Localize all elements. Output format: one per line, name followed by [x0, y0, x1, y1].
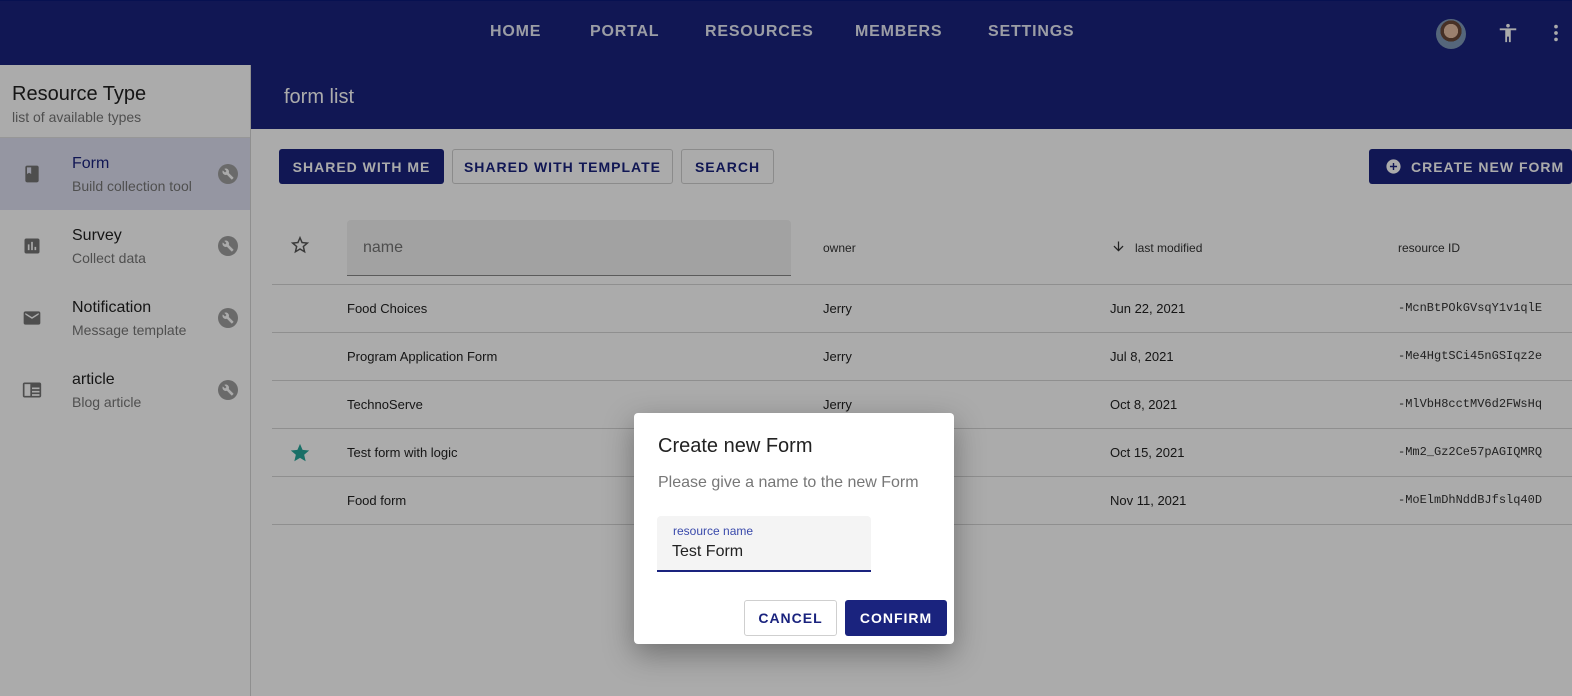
resource-name-field[interactable]: resource name [657, 516, 871, 572]
confirm-button[interactable]: CONFIRM [845, 600, 947, 636]
resource-name-label: resource name [673, 524, 754, 538]
dialog-message: Please give a name to the new Form [658, 474, 919, 491]
cancel-button[interactable]: CANCEL [744, 600, 837, 636]
dialog-title: Create new Form [658, 435, 813, 457]
create-form-dialog: Create new Form Please give a name to th… [634, 413, 954, 644]
resource-name-input[interactable] [672, 541, 862, 563]
